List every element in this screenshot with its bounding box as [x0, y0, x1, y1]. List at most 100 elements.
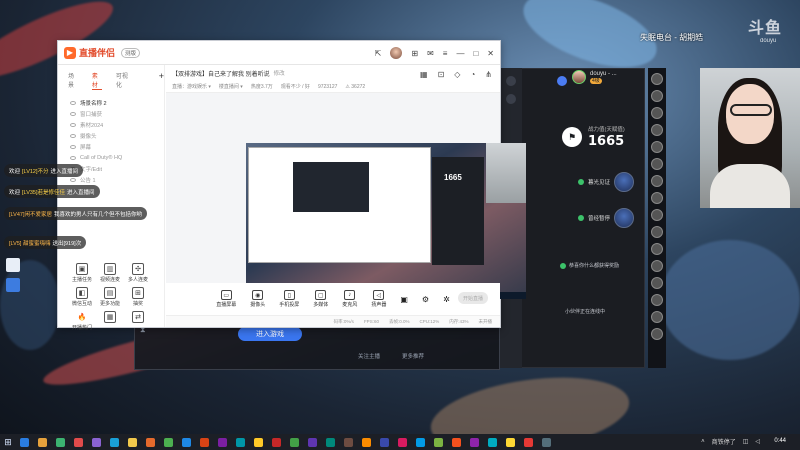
- viewer-avatar[interactable]: [651, 328, 663, 340]
- viewer-avatar[interactable]: [651, 158, 663, 170]
- taskbar-app-icon[interactable]: [434, 437, 443, 447]
- room-select[interactable]: 楼直播间 ▾: [219, 83, 243, 90]
- add-scene-icon[interactable]: +: [159, 71, 164, 90]
- viewer-avatar[interactable]: [651, 277, 663, 289]
- speaker-button[interactable]: ◁ 扬声器: [371, 290, 386, 308]
- taskbar-app-icon[interactable]: [452, 437, 461, 447]
- tool-item[interactable]: ✣ 多人连麦: [124, 263, 152, 283]
- taskbar-app-icon[interactable]: [470, 437, 479, 447]
- tab-sources[interactable]: 素材: [91, 71, 102, 90]
- desktop-file-icon[interactable]: [6, 258, 20, 272]
- gear-icon[interactable]: ✲: [443, 295, 450, 304]
- tab-scenes[interactable]: 场景: [68, 71, 78, 90]
- viewer-avatar[interactable]: [651, 260, 663, 272]
- taskbar-app-icon[interactable]: [326, 437, 335, 447]
- viewer-avatar[interactable]: [651, 294, 663, 306]
- tool-item[interactable]: ⊞ 抽奖: [124, 287, 152, 307]
- taskbar-app-icon[interactable]: [74, 437, 83, 447]
- rank-avatar[interactable]: [614, 172, 635, 192]
- chevron-up-icon[interactable]: ˄: [701, 439, 705, 445]
- volume-icon[interactable]: ◁: [755, 438, 760, 445]
- stream-title[interactable]: 【双排游戏】自己来了解我 别着听说: [172, 69, 270, 78]
- network-icon[interactable]: ◫: [743, 438, 749, 445]
- scene-item[interactable]: 屏幕: [58, 140, 164, 151]
- start-stream-button[interactable]: 开始直播: [458, 292, 488, 304]
- taskbar-app-icon[interactable]: [542, 437, 551, 447]
- viewer-avatar[interactable]: [651, 90, 663, 102]
- eye-icon[interactable]: [70, 156, 76, 160]
- taskbar-app-icon[interactable]: [344, 437, 353, 447]
- scene-item[interactable]: 摄像头: [58, 129, 164, 140]
- camera-button[interactable]: ◉ 摄像头: [250, 290, 265, 308]
- viewer-avatar[interactable]: [651, 243, 663, 255]
- windows-start-icon[interactable]: ⊞: [0, 434, 16, 450]
- taskbar-app-icon[interactable]: [272, 437, 281, 447]
- taskbar-app-icon[interactable]: [56, 437, 65, 447]
- avatar[interactable]: [572, 70, 586, 84]
- taskbar-app-icon[interactable]: [38, 437, 47, 447]
- viewer-avatar[interactable]: [651, 192, 663, 204]
- eye-icon[interactable]: [70, 134, 76, 138]
- taskbar-app-icon[interactable]: [236, 437, 245, 447]
- shield-icon[interactable]: ◇: [454, 70, 460, 79]
- taskbar-app-icon[interactable]: [488, 437, 497, 447]
- desktop-app-icon[interactable]: [6, 278, 20, 292]
- scene-item[interactable]: 窗口捕获: [58, 107, 164, 118]
- taskbar-app-icon[interactable]: [290, 437, 299, 447]
- scene-item[interactable]: Call of Duty® HQ: [58, 151, 164, 162]
- taskbar-app-icon[interactable]: [254, 437, 263, 447]
- edit-title-link[interactable]: 修改: [274, 69, 285, 77]
- scene-item[interactable]: 素材2024: [58, 118, 164, 129]
- bell-icon[interactable]: ◔: [470, 70, 475, 79]
- settings-icon[interactable]: ⚙: [422, 295, 429, 304]
- tool-item[interactable]: ▣ 主播任务: [68, 263, 96, 283]
- taskbar-clock[interactable]: 0:44: [774, 438, 786, 444]
- viewer-avatar[interactable]: [651, 175, 663, 187]
- taskbar-app-icon[interactable]: [218, 437, 227, 447]
- mic-button[interactable]: ♪ 麦克风: [342, 290, 357, 308]
- taskbar-app-icon[interactable]: [398, 437, 407, 447]
- tool-item[interactable]: 🔥 开播热门: [68, 311, 96, 331]
- taskbar-app-icon[interactable]: [524, 437, 533, 447]
- eye-icon[interactable]: [70, 112, 76, 116]
- viewer-avatar[interactable]: [651, 209, 663, 221]
- avatar[interactable]: [390, 47, 403, 59]
- rank-avatar[interactable]: [614, 208, 635, 228]
- taskbar-app-icon[interactable]: [164, 437, 173, 447]
- taskbar-app-icon[interactable]: [308, 437, 317, 447]
- viewer-avatar[interactable]: [651, 226, 663, 238]
- taskbar-app-icon[interactable]: [128, 437, 137, 447]
- taskbar-app-icon[interactable]: [380, 437, 389, 447]
- tab-visual[interactable]: 可视化: [116, 71, 131, 90]
- lock-icon[interactable]: ⊡: [438, 70, 445, 79]
- tool-item[interactable]: ⇄: [124, 311, 152, 331]
- enter-game-button[interactable]: 进入游戏: [238, 327, 302, 341]
- category-select[interactable]: 直播：游戏娱乐 ▾: [172, 83, 211, 90]
- screen-share-button[interactable]: ▭ 直播屏幕: [216, 290, 236, 308]
- tool-item[interactable]: ◧ 微信互动: [68, 287, 96, 307]
- more-link[interactable]: 更多推荐: [402, 352, 424, 360]
- viewer-avatar[interactable]: [651, 73, 663, 85]
- taskbar-app-icon[interactable]: [200, 437, 209, 447]
- viewer-setting[interactable]: 观看不少 / 好: [281, 83, 310, 90]
- grid-icon[interactable]: ▦: [420, 70, 428, 79]
- taskbar-app-icon[interactable]: [506, 437, 515, 447]
- eye-icon[interactable]: [70, 145, 76, 149]
- tool-item[interactable]: ▤ 更多功能: [96, 287, 124, 307]
- rail-icon[interactable]: [506, 76, 516, 86]
- eye-icon[interactable]: [70, 178, 76, 182]
- version-badge[interactable]: 测版: [121, 47, 141, 58]
- menu-icon[interactable]: ≡: [443, 49, 448, 58]
- taskbar-app-icon[interactable]: [146, 437, 155, 447]
- minimize-icon[interactable]: —: [456, 49, 464, 58]
- mail-icon[interactable]: ✉: [427, 49, 434, 58]
- follow-link[interactable]: 关注主播: [358, 352, 380, 360]
- media-button[interactable]: ▢ 多媒体: [313, 290, 328, 308]
- taskbar-app-icon[interactable]: [110, 437, 119, 447]
- tool-item[interactable]: ▦: [96, 311, 124, 331]
- share-icon[interactable]: ⋔: [485, 70, 492, 79]
- eye-icon[interactable]: [70, 101, 76, 105]
- taskbar-app-icon[interactable]: [92, 437, 101, 447]
- record-icon[interactable]: ▣: [400, 295, 408, 304]
- taskbar-app-icon[interactable]: [20, 437, 29, 447]
